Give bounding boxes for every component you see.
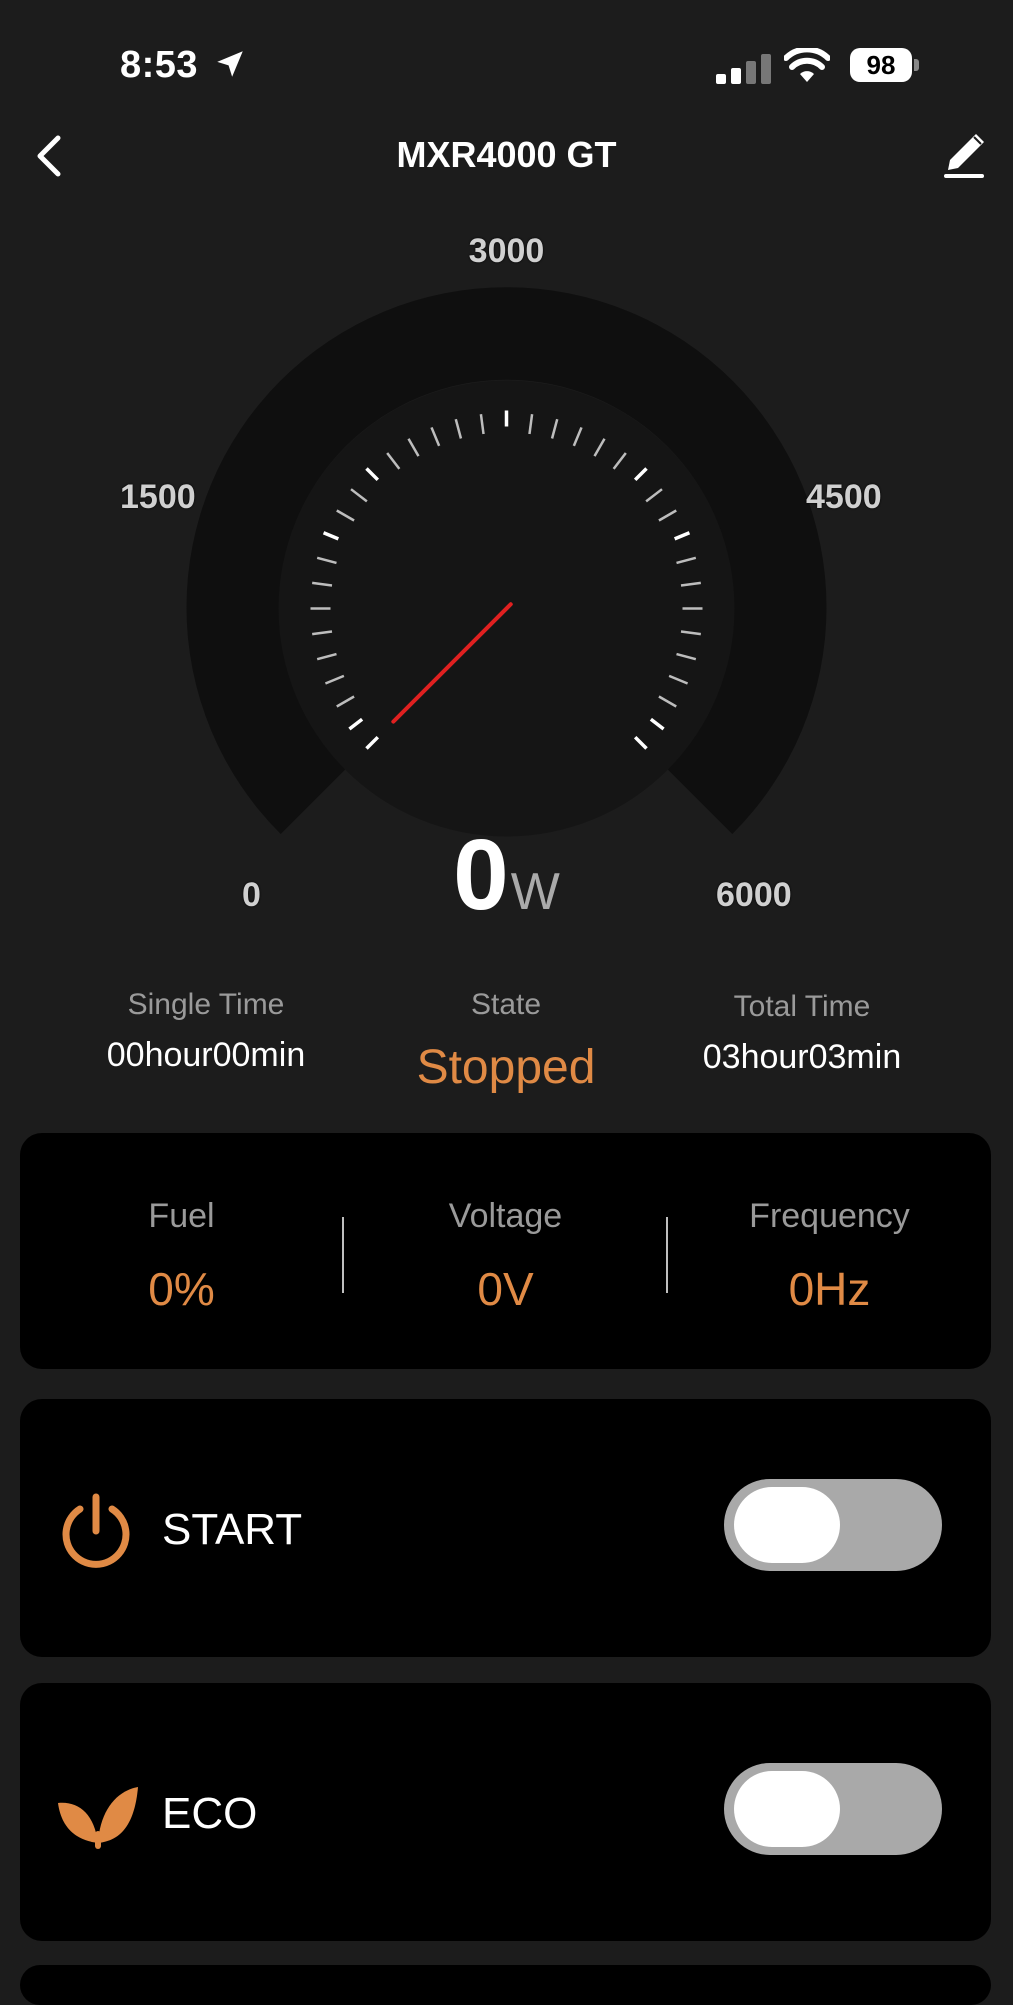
battery-level: 98 — [850, 48, 912, 82]
single-time-block: Single Time 00hour00min — [56, 988, 356, 1075]
gauge-label-4500: 4500 — [806, 478, 882, 516]
single-time-label: Single Time — [127, 988, 285, 1021]
state-value: Stopped — [416, 1041, 596, 1094]
start-card: START — [20, 1399, 991, 1657]
voltage-value: 0V — [477, 1263, 534, 1315]
voltage-stat: Voltage 0V — [344, 1133, 667, 1316]
edit-pencil-icon[interactable] — [940, 130, 988, 180]
power-value: 0 — [453, 819, 509, 931]
single-time-value: 00hour00min — [106, 1036, 306, 1074]
status-time: 8:53 — [120, 44, 247, 87]
power-unit: W — [510, 863, 560, 921]
power-gauge — [186, 287, 827, 837]
wifi-icon — [784, 48, 830, 82]
state-block: State Stopped — [356, 988, 656, 1095]
battery-icon: 98 — [850, 48, 920, 84]
voltage-label: Voltage — [448, 1197, 563, 1235]
fuel-stat: Fuel 0% — [20, 1133, 343, 1316]
location-arrow-icon — [217, 51, 243, 77]
fuel-value: 0% — [148, 1263, 215, 1315]
next-card — [20, 1965, 991, 2005]
leaf-icon — [58, 1787, 138, 1849]
power-readout: 0W — [0, 818, 1013, 933]
stats-card: Fuel 0% Voltage 0V Frequency 0Hz — [20, 1133, 991, 1369]
fuel-label: Fuel — [148, 1197, 215, 1235]
state-label: State — [470, 988, 542, 1021]
eco-label: ECO — [162, 1789, 258, 1838]
start-toggle[interactable] — [724, 1479, 942, 1571]
gauge-label-3000: 3000 — [468, 232, 545, 270]
frequency-value: 0Hz — [788, 1263, 871, 1315]
frequency-label: Frequency — [749, 1197, 910, 1235]
toggle-knob — [734, 1771, 840, 1847]
start-label: START — [162, 1505, 303, 1554]
gauge-label-1500: 1500 — [120, 478, 196, 516]
status-time-text: 8:53 — [120, 44, 199, 86]
page-title: MXR4000 GT — [396, 134, 617, 175]
power-icon — [62, 1493, 130, 1568]
frequency-stat: Frequency 0Hz — [668, 1133, 991, 1316]
toggle-knob — [734, 1487, 840, 1563]
eco-card: ECO — [20, 1683, 991, 1941]
total-time-value: 03hour03min — [702, 1038, 902, 1076]
battery-tip — [914, 59, 919, 71]
total-time-block: Total Time 03hour03min — [652, 990, 952, 1077]
cellular-signal-icon — [716, 54, 771, 84]
total-time-label: Total Time — [733, 990, 871, 1023]
eco-toggle[interactable] — [724, 1763, 942, 1855]
